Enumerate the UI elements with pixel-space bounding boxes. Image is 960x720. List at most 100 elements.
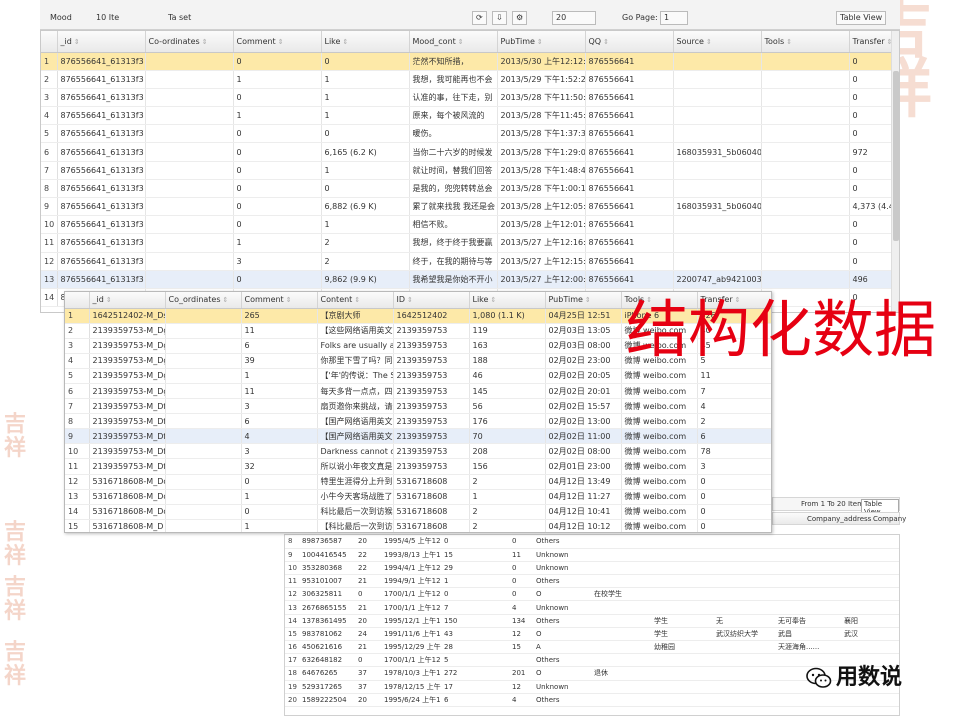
column-header[interactable]: ID ⇕ [393, 292, 470, 309]
column-header[interactable]: Comment ⇕ [233, 31, 322, 53]
table-row[interactable]: 16450621616211995/12/29 上午12:00:28 15A 幼稚园… [285, 640, 899, 655]
page-size-select[interactable]: 20 [552, 11, 596, 25]
table-cell: 1978/10/3 上午12:00: [381, 666, 441, 681]
table-row[interactable]: 15983781062241991/11/6 上午12:00:4312O学生武汉… [285, 627, 899, 642]
refresh-icon[interactable]: ⟳ [472, 11, 487, 25]
sort-icon[interactable]: ⇕ [202, 38, 208, 46]
column-header[interactable]: PubTime ⇕ [545, 292, 622, 309]
table-row[interactable]: 8 876556641_61313f3 0 0 是我的，兜兜转转总会 2013/5/28 … [41, 179, 899, 199]
column-header[interactable]: Content ⇕ [317, 292, 394, 309]
scrollbar-thumb[interactable] [893, 71, 899, 241]
sort-icon[interactable]: ⇕ [354, 296, 360, 304]
table-row[interactable]: 8898736587201995/4/5 上午12:00:00Others [285, 535, 899, 549]
table-cell: Others [533, 535, 591, 549]
column-header[interactable]: _id ⇕ [89, 292, 166, 309]
table-cell [145, 124, 234, 144]
table-cell: 0 [355, 587, 381, 602]
column-header[interactable]: Like ⇕ [321, 31, 410, 53]
table-row[interactable]: 102139359753-M_DfW3Darkness cannot driv2… [65, 443, 771, 460]
table-row[interactable]: 4 876556641_61313f3 1 1 原来，每个被风流的 2013/5/28 下… [41, 106, 899, 126]
column-header[interactable]: QQ ⇕ [585, 31, 674, 53]
table-row[interactable]: 5 876556641_61313f3 0 0 暖伤。 2013/5/28 下午1:37:… [41, 124, 899, 144]
table-cell: 2139359753-M_DfY2 [89, 413, 166, 430]
sort-icon[interactable]: ⇕ [458, 38, 464, 46]
column-header[interactable]: _id ⇕ [57, 31, 146, 53]
row-number: 10 [65, 443, 90, 460]
table-cell: 1978/12/15 上午12:0 [381, 680, 441, 694]
table-cell: 876556641_61313f3 [57, 233, 146, 253]
table-row[interactable]: 10353280368221994/4/1 上午12:00:29 0Unknown [285, 561, 899, 576]
export-icon[interactable]: ⇩ [492, 11, 507, 25]
table-row[interactable]: 11 876556641_61313f3 1 2 我想，终于终于我要赢 2013/5/27… [41, 233, 899, 253]
sort-icon[interactable]: ⇕ [342, 38, 348, 46]
column-header[interactable]: Mood_cont ⇕ [409, 31, 498, 53]
sort-icon[interactable]: ⇕ [278, 38, 284, 46]
table-row[interactable]: 1 876556641_61313f3 0 0 茫然不知所措， 2013/5/30 上午1… [41, 52, 899, 71]
table-cell: 4 [697, 398, 771, 415]
table-row[interactable]: 135316718608-M_DqB1小牛今天客场战胜了爵53167186081… [65, 489, 771, 505]
table-row[interactable]: 2 876556641_61313f3 1 1 我想，我可能再也不会 2013/5/29 … [41, 70, 899, 89]
sort-icon[interactable]: ⇕ [537, 38, 543, 46]
table-row[interactable]: 141378361495201995/12/1 上午12:00:150 134Ot… [285, 614, 899, 628]
table-cell: 原来，每个被风流的 [409, 106, 498, 126]
table-row[interactable]: 201589222504201995/6/24 上午12:064Others [285, 693, 899, 707]
table-row[interactable]: 72139359753-M_DfZa 3扇页邀你来挑战，请咩21393597535… [65, 398, 771, 415]
settings-icon[interactable]: ⚙ [512, 11, 528, 25]
column-header[interactable]: Tools ⇕ [761, 31, 850, 53]
table-row[interactable]: 112139359753-M_DfSv 32所以说小年夜文真是可213935975… [65, 458, 771, 475]
table-cell: Darkness cannot driv [317, 443, 394, 460]
table-cell: 876556641_61313f3 [57, 52, 146, 71]
table-row[interactable]: 125316718608-M_DqC0特里生涯得分上升到第53167186082… [65, 474, 771, 490]
column-header[interactable]: Company_address [807, 515, 871, 523]
column-header[interactable]: Company [873, 515, 906, 523]
table-row[interactable]: 15 5316718608-M_D 1 【科比最后一次到访猴 5316718608 2 04… [65, 519, 771, 532]
table-row[interactable]: 91004416545221993/8/13 上午12:00:15 11Unkno… [285, 548, 899, 562]
sort-icon[interactable]: ⇕ [286, 296, 292, 304]
sort-icon[interactable]: ⇕ [786, 38, 792, 46]
table-row[interactable]: 9 876556641_61313f3 0 6,882 (6.9 K) 累了就来找我 我… [41, 197, 899, 217]
table-row[interactable]: 62139359753-M_Dg0 11每天多背一点点，四六21393597531… [65, 383, 771, 400]
table-row[interactable]: 7 876556641_61313f3 0 1 就让时间，替我们回答 2013/5/28 … [41, 161, 899, 180]
table-cell: 898736587 [299, 535, 355, 549]
sort-icon[interactable]: ⇕ [407, 296, 413, 304]
table-cell: 150 [441, 614, 465, 628]
table-row[interactable]: 10 876556641_61313f3 0 1 相信不败。 2013/5/28 上午12… [41, 215, 899, 235]
table-row[interactable]: 145316718608-M_DqB0科比最后一次到访猴场53167186082… [65, 504, 771, 520]
decorative-stamp-left: 吉祥 [4, 411, 27, 461]
table-row[interactable]: 12 876556641_61313f3 3 2 终于，在我的期待与等 2013/5/27… [41, 252, 899, 271]
sort-icon[interactable]: ⇕ [490, 296, 496, 304]
table-row[interactable]: 1230632581101700/1/1 上午12:05:400O在校学生 [285, 587, 899, 602]
table-cell: 在校学生 [591, 587, 651, 602]
table-row[interactable]: 92139359753-M_DfXe 4【国产网络语用英文怎21393597537… [65, 428, 771, 445]
row-number: 3 [41, 88, 58, 108]
table-cell: 2013/5/30 上午12:12: [497, 52, 586, 71]
column-header[interactable]: Like ⇕ [469, 292, 546, 309]
table-row[interactable]: 132676865155211700/1/1 上午12:05:47 4Unknow… [285, 600, 899, 615]
sort-icon[interactable]: ⇕ [585, 296, 591, 304]
sort-icon[interactable]: ⇕ [74, 38, 80, 46]
table-row[interactable]: 13 876556641_61313f3 0 9,862 (9.9 K) 我希望我是你始… [41, 270, 899, 289]
sort-icon[interactable]: ⇕ [603, 38, 609, 46]
column-header-label: ID [396, 295, 406, 305]
table-cell: 6 [441, 693, 465, 707]
table-cell [465, 680, 509, 694]
table-row[interactable]: 52139359753-M_Dg0 1【'年'的传说：The St21393597… [65, 368, 771, 384]
sort-icon[interactable]: ⇕ [106, 296, 112, 304]
column-header[interactable]: Co_ordinates ⇕ [165, 292, 242, 309]
table-row[interactable]: 6 876556641_61313f3 0 6,165 (6.2 K) 当你二十六岁的时… [41, 142, 899, 162]
column-header-label: Like [324, 36, 341, 46]
table-cell [673, 233, 762, 253]
table-row[interactable]: 82139359753-M_DfY2 6【国产网络语用英文怎21393597531… [65, 413, 771, 430]
page-input[interactable]: 1 [660, 11, 688, 25]
table-row[interactable]: 3 876556641_61313f3 0 1 认准的事，往下走，别 2013/5/28 … [41, 88, 899, 108]
vertical-scrollbar[interactable] [891, 31, 899, 312]
table-cell: 1 [241, 489, 318, 505]
column-header[interactable]: Source ⇕ [673, 31, 762, 53]
sort-icon[interactable]: ⇕ [223, 296, 229, 304]
table-row[interactable]: 11953101007211994/9/1 上午12:00:1 0Others [285, 574, 899, 589]
table-view-button[interactable]: Table View [836, 11, 887, 25]
column-header[interactable]: Co-ordinates ⇕ [145, 31, 234, 53]
column-header[interactable]: Comment ⇕ [241, 292, 318, 309]
column-header[interactable]: PubTime ⇕ [497, 31, 586, 53]
sort-icon[interactable]: ⇕ [706, 38, 712, 46]
